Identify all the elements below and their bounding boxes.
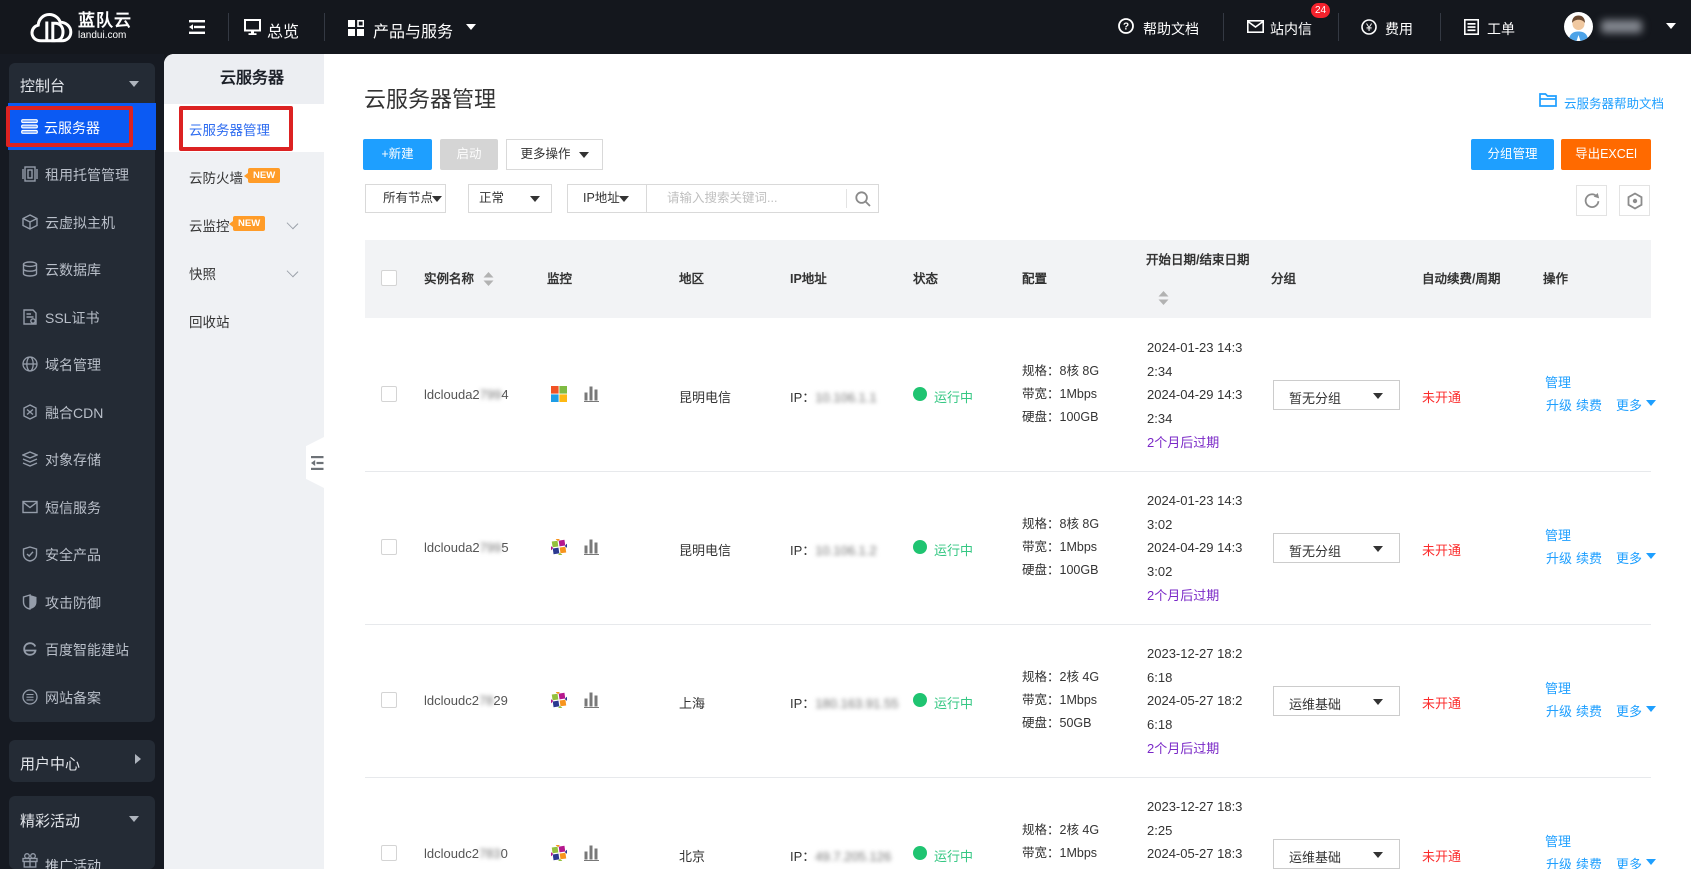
svg-text:?: ? [1123,22,1129,33]
svg-text:¥: ¥ [1365,22,1373,34]
